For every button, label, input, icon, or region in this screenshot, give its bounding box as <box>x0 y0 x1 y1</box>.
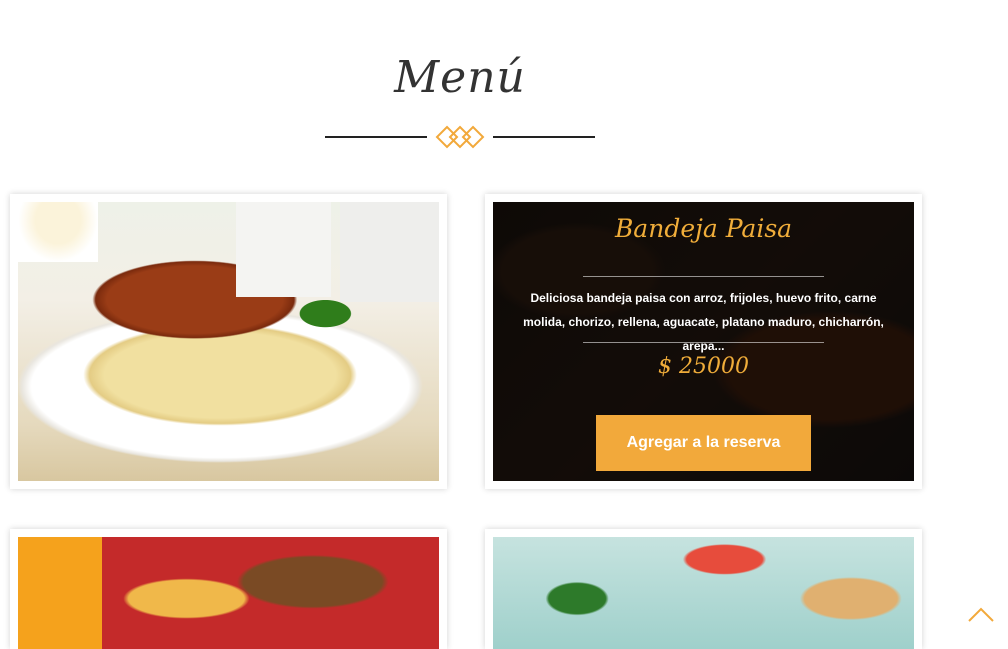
chicken-plate-image <box>18 537 439 649</box>
glass-left <box>236 202 331 297</box>
divider-line-left <box>325 136 427 138</box>
bandeja-paisa-image: Bandeja Paisa Deliciosa bandeja paisa co… <box>493 202 914 481</box>
spaghetti-image <box>18 202 439 481</box>
title-divider <box>325 122 595 152</box>
hotdog-salad-image <box>493 537 914 649</box>
dish-name: Bandeja Paisa <box>614 214 793 243</box>
menu-card-bandeja-paisa[interactable]: Bandeja Paisa Deliciosa bandeja paisa co… <box>485 194 922 489</box>
add-to-reservation-button[interactable]: Agregar a la reserva <box>596 415 811 471</box>
dish-rule-bottom <box>583 342 824 343</box>
divider-line-right <box>493 136 595 138</box>
scroll-to-top-button[interactable] <box>966 604 996 624</box>
menu-card-chicken[interactable] <box>10 529 447 649</box>
dish-price: $ 25000 <box>658 354 749 379</box>
chevron-up-icon <box>968 607 994 622</box>
menu-card-spaghetti[interactable] <box>10 194 447 489</box>
dish-description: Deliciosa bandeja paisa con arroz, frijo… <box>523 291 884 353</box>
glass-right <box>340 202 439 302</box>
cheese-bowl <box>18 202 98 262</box>
section-title: Menú <box>394 52 526 103</box>
menu-card-hotdog[interactable] <box>485 529 922 649</box>
dish-rule-top <box>583 276 824 277</box>
diamond-ornament-icon <box>435 125 485 149</box>
